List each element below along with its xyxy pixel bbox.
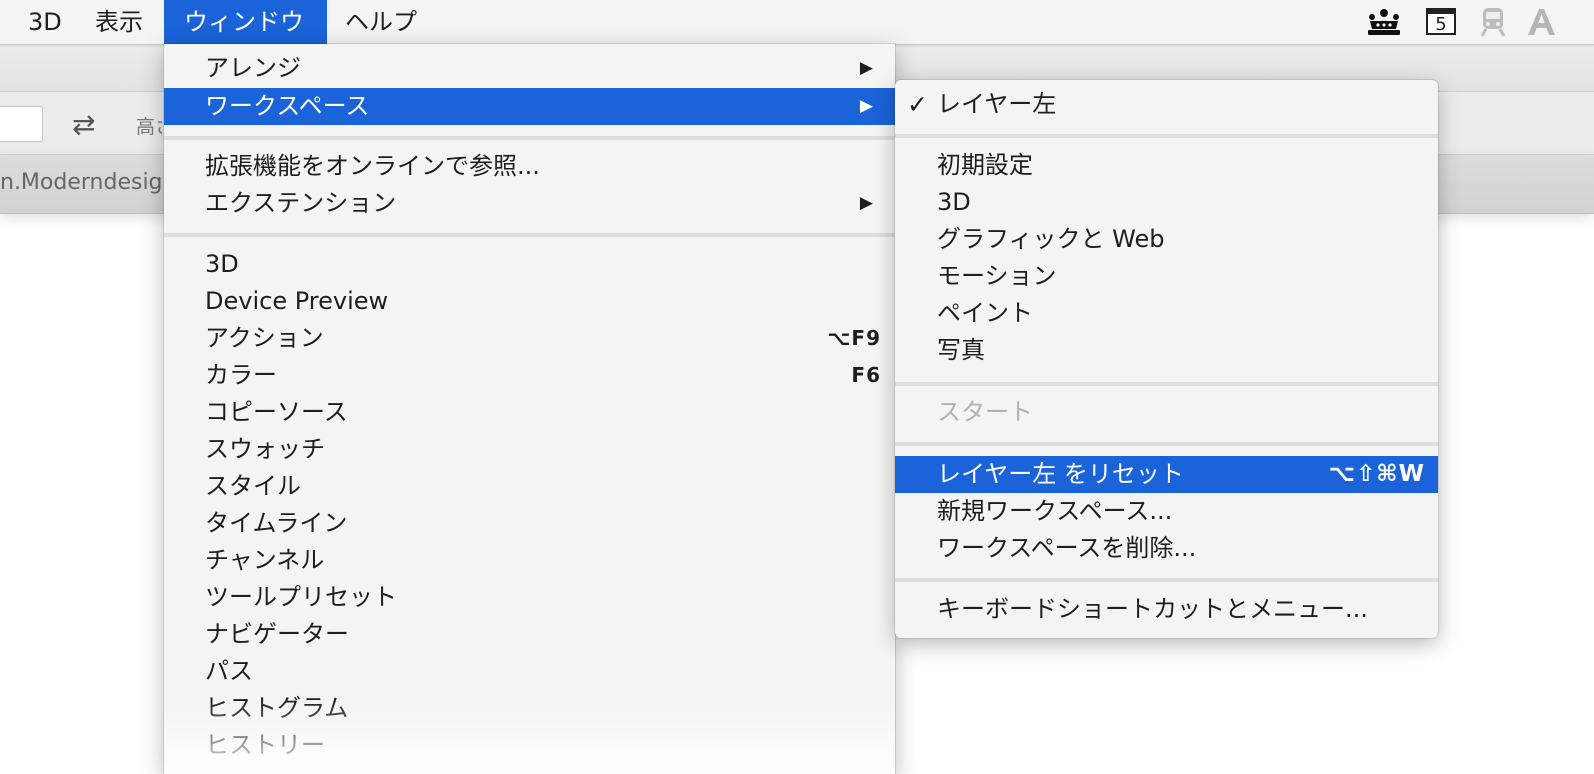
menu-item-tool-presets[interactable]: ツールプリセット (164, 579, 895, 616)
menu-item-timeline[interactable]: タイムライン (164, 505, 895, 542)
menu-item-label: アレンジ (205, 54, 301, 82)
menu-item-label: ナビゲーター (205, 620, 349, 648)
checkmark-icon: ✓ (907, 90, 928, 119)
menu-item-label: アクション (205, 324, 324, 352)
menu-item-label: ツールプリセット (205, 583, 397, 611)
submenu-arrow-icon: ▶ (859, 96, 873, 116)
submenu-item-shortcuts-menus[interactable]: キーボードショートカットとメニュー... (895, 591, 1438, 628)
menu-item-arrange[interactable]: アレンジ ▶ (164, 50, 895, 87)
menu-item-channels[interactable]: チャンネル (164, 542, 895, 579)
menu-item-shortcut: ⌥F9 (827, 326, 881, 350)
menu-item-browse-extensions[interactable]: 拡張機能をオンラインで参照... (164, 148, 895, 185)
menu-separator (895, 382, 1438, 386)
menubar-item-view[interactable]: 表示 (75, 0, 163, 44)
swap-icon[interactable]: ⇄ (72, 108, 95, 141)
menu-item-histogram[interactable]: ヒストグラム (164, 690, 895, 727)
submenu-arrow-icon: ▶ (859, 58, 873, 78)
menu-item-label: Device Preview (205, 287, 389, 315)
menu-item-swatches[interactable]: スウォッチ (164, 431, 895, 468)
submenu-arrow-icon: ▶ (859, 193, 873, 213)
menu-separator (895, 442, 1438, 446)
crown-icon[interactable] (1364, 6, 1404, 38)
menu-item-label: ヒストグラム (205, 694, 349, 722)
menu-item-color[interactable]: カラー F6 (164, 357, 895, 394)
font-a-icon[interactable] (1524, 6, 1558, 38)
menubar-item-help[interactable]: ヘルプ (325, 0, 437, 44)
train-icon[interactable] (1476, 6, 1510, 38)
menu-item-label: ワークスペース (205, 92, 370, 120)
menu-item-history[interactable]: ヒストリー (164, 727, 895, 764)
calendar-icon[interactable]: 5 (1424, 6, 1460, 38)
menu-item-navigator[interactable]: ナビゲーター (164, 616, 895, 653)
submenu-item-photography[interactable]: 写真 (895, 332, 1438, 369)
submenu-item-label: スタート (937, 398, 1033, 426)
menu-item-3d[interactable]: 3D (164, 246, 895, 283)
submenu-item-painting[interactable]: ペイント (895, 295, 1438, 332)
workspace-submenu: ✓ レイヤー左 初期設定 3D グラフィックと Web モーション ペイント 写… (895, 80, 1438, 638)
menu-item-clone-source[interactable]: コピーソース (164, 394, 895, 431)
menu-separator (895, 578, 1438, 582)
submenu-item-graphic-web[interactable]: グラフィックと Web (895, 221, 1438, 258)
submenu-item-label: グラフィックと Web (937, 225, 1165, 253)
submenu-item-label: 新規ワークスペース... (937, 497, 1173, 525)
submenu-item-label: レイヤー左 をリセット (937, 460, 1184, 488)
menu-item-actions[interactable]: アクション ⌥F9 (164, 320, 895, 357)
submenu-item-label: 3D (937, 188, 971, 216)
menu-item-paths[interactable]: パス (164, 653, 895, 690)
menu-item-label: スタイル (205, 472, 301, 500)
menubar-item-window[interactable]: ウィンドウ (164, 0, 327, 44)
submenu-item-reset-workspace[interactable]: レイヤー左 をリセット ⌥⇧⌘W (895, 456, 1438, 493)
menu-item-label: カラー (205, 361, 277, 389)
menu-item-device-preview[interactable]: Device Preview (164, 283, 895, 320)
submenu-item-delete-workspace[interactable]: ワークスペースを削除... (895, 530, 1438, 567)
menu-item-label: コピーソース (205, 398, 348, 426)
option-field[interactable] (0, 106, 43, 142)
submenu-item-label: ペイント (937, 299, 1033, 327)
menu-item-label: パス (205, 657, 253, 685)
submenu-item-shortcut: ⌥⇧⌘W (1328, 461, 1425, 487)
menu-item-label: ヒストリー (205, 731, 325, 759)
menu-item-label: タイムライン (205, 509, 348, 537)
menu-item-shortcut: F6 (851, 363, 881, 387)
menu-separator (164, 136, 895, 140)
calendar-day: 5 (1435, 14, 1447, 35)
submenu-item-3d[interactable]: 3D (895, 184, 1438, 221)
submenu-item-motion[interactable]: モーション (895, 258, 1438, 295)
menu-item-label: チャンネル (205, 546, 325, 574)
menu-separator (895, 134, 1438, 138)
submenu-item-label: モーション (937, 262, 1057, 290)
menubar-item-3d[interactable]: 3D (8, 0, 82, 44)
submenu-item-new-workspace[interactable]: 新規ワークスペース... (895, 493, 1438, 530)
submenu-item-layer-left[interactable]: ✓ レイヤー左 (895, 86, 1438, 123)
menu-item-label: スウォッチ (205, 435, 325, 463)
menu-item-styles[interactable]: スタイル (164, 468, 895, 505)
height-label: 高さ (136, 116, 162, 138)
menu-item-label: 拡張機能をオンラインで参照... (205, 152, 540, 180)
submenu-item-start: スタート (895, 394, 1438, 431)
submenu-item-label: キーボードショートカットとメニュー... (937, 595, 1368, 623)
submenu-item-label: 写真 (937, 336, 985, 364)
menu-item-label: エクステンション (205, 189, 397, 217)
submenu-item-label: 初期設定 (937, 151, 1033, 179)
window-menu: アレンジ ▶ ワークスペース ▶ 拡張機能をオンラインで参照... エクステンシ… (164, 44, 895, 774)
menu-item-workspace[interactable]: ワークスペース ▶ (164, 88, 895, 125)
document-tab-title[interactable]: n.Moderndesig (0, 170, 170, 195)
menu-item-extensions[interactable]: エクステンション ▶ (164, 185, 895, 222)
menu-bar: 3D 表示 ウィンドウ ヘルプ 5 (0, 0, 1594, 45)
submenu-item-essentials[interactable]: 初期設定 (895, 147, 1438, 184)
submenu-item-label: ワークスペースを削除... (937, 534, 1197, 562)
menu-item-label: 3D (205, 250, 239, 278)
submenu-item-label: レイヤー左 (937, 90, 1057, 118)
menu-separator (164, 233, 895, 237)
